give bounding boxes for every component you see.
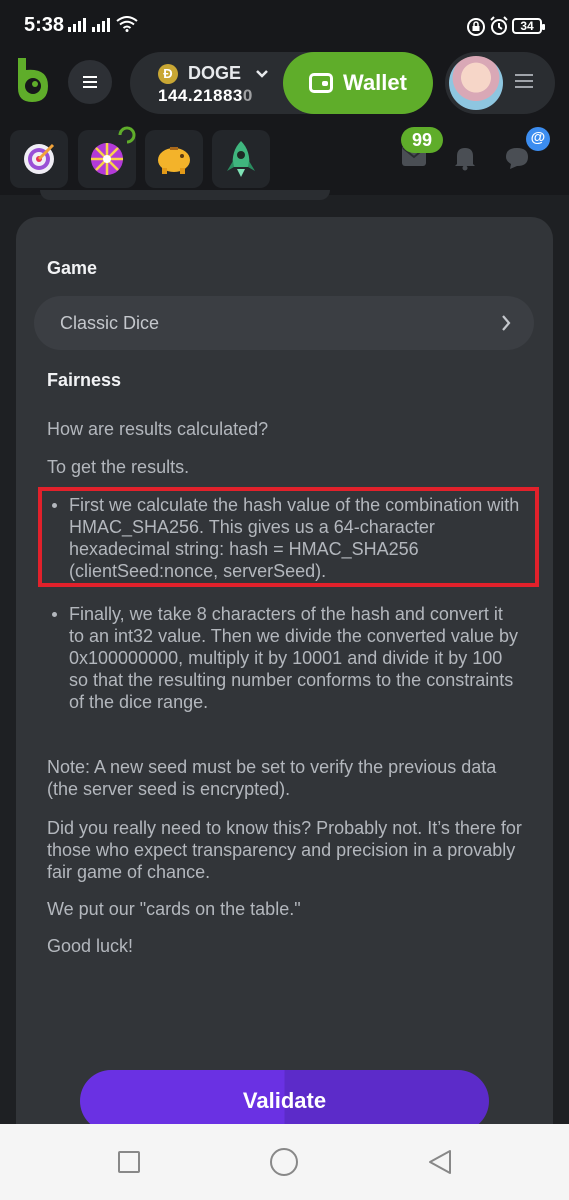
recent-apps-icon[interactable] [118, 1151, 140, 1173]
chevron-down-icon [256, 70, 268, 78]
bc-logo-icon[interactable] [14, 56, 52, 104]
signal-icon [68, 16, 138, 32]
wallet-button[interactable]: Wallet [283, 52, 433, 114]
status-bar: 5:38 34 [0, 0, 569, 50]
bullet-dot [52, 612, 57, 617]
bullet-text: Finally, we take 8 characters of the has… [69, 604, 518, 712]
target-icon [24, 143, 55, 174]
tool-target[interactable] [10, 130, 68, 188]
game-heading: Game [47, 258, 98, 278]
fairness-heading: Fairness [47, 370, 122, 390]
wifi-icon [116, 16, 138, 32]
game-select-value: Classic Dice [60, 313, 160, 333]
coin-balance-main: 144.21883 [158, 86, 243, 105]
coin-name: DOGE [188, 63, 242, 83]
mention-badge: @ [526, 127, 550, 151]
list-icon[interactable] [515, 74, 533, 88]
home-icon[interactable] [270, 1148, 298, 1176]
previous-section-edge [40, 190, 330, 200]
validate-button[interactable]: Validate [80, 1070, 489, 1132]
quick-toolbar [0, 115, 569, 195]
status-time: 5:38 [24, 14, 65, 36]
rocket-icon [227, 141, 255, 177]
wallet-icon [309, 73, 333, 93]
tool-rocket[interactable] [212, 130, 270, 188]
tool-wheel[interactable] [78, 126, 136, 188]
note-text: Note: A new seed must be set to verify t… [47, 757, 497, 799]
chat-icon[interactable] [504, 146, 530, 170]
battery-icon: 34 [512, 18, 545, 34]
wallet-label: Wallet [343, 70, 407, 95]
app-header: Ð DOGE 144.218830 Wallet [0, 50, 569, 115]
coin-balance: 144.218830 [158, 86, 253, 106]
loading-spinner-icon [118, 126, 136, 144]
alarm-icon [490, 16, 508, 35]
highlight-box [38, 487, 539, 587]
chevron-right-icon [502, 315, 511, 331]
android-nav-bar [0, 1124, 569, 1200]
menu-button[interactable] [68, 60, 112, 104]
avatar[interactable] [449, 56, 503, 110]
list-item: Finally, we take 8 characters of the has… [52, 603, 522, 713]
piggy-bank-icon [158, 147, 190, 174]
messages-badge: 99 [401, 127, 443, 153]
back-icon[interactable] [426, 1148, 454, 1176]
cards-text: We put our "cards on the table." [47, 899, 301, 919]
hamburger-icon [83, 81, 97, 83]
tool-piggy-bank[interactable] [145, 130, 203, 188]
coin-balance-tail: 0 [242, 86, 253, 105]
bell-icon[interactable] [453, 145, 477, 171]
transparency-text: Did you really need to know this? Probab… [47, 818, 522, 882]
game-select[interactable]: Classic Dice [34, 296, 534, 350]
profile-menu[interactable] [445, 52, 555, 114]
intro-text: To get the results. [47, 457, 190, 477]
luck-text: Good luck! [47, 936, 134, 956]
doge-coin-icon: Ð [158, 64, 178, 84]
question-text: How are results calculated? [47, 419, 269, 439]
lock-rotation-icon [467, 18, 485, 36]
